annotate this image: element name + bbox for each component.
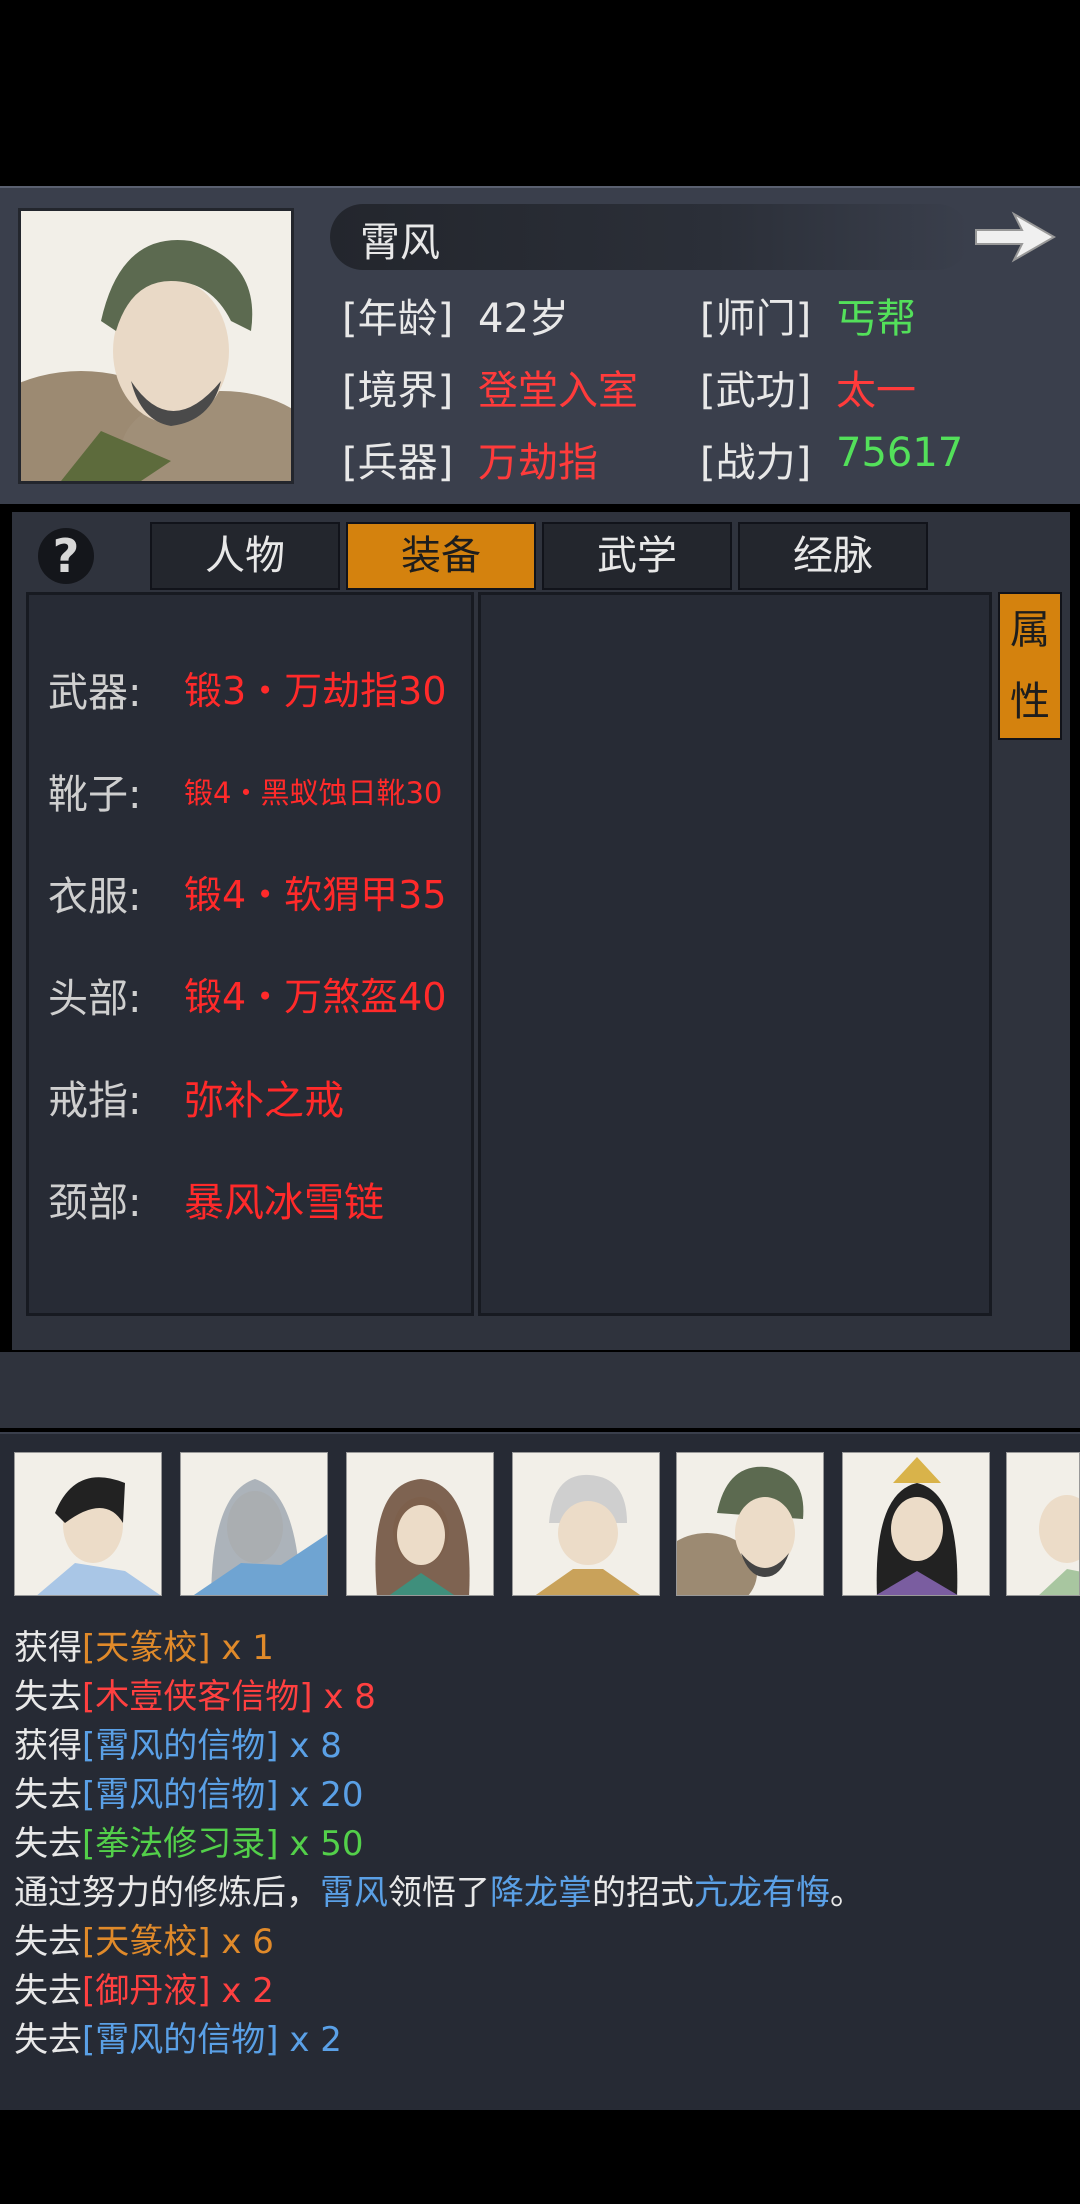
next-arrow-button[interactable]: [970, 204, 1060, 270]
roster-character-4[interactable]: [512, 1452, 660, 1596]
age-label: [年龄]: [342, 296, 454, 342]
hero-portrait[interactable]: [18, 208, 294, 484]
log-entry: 失去[霄风的信物] x 2: [14, 2020, 342, 2060]
equipment-detail: [478, 592, 992, 1316]
slot-boots-item[interactable]: 锻4・黑蚁蚀日靴30: [184, 770, 442, 812]
tab-meridians[interactable]: 经脉: [738, 522, 928, 590]
roster-character-3[interactable]: [346, 1452, 494, 1596]
log-entry: 获得[天篆校] x 1: [14, 1628, 274, 1668]
character-portrait-icon: [193, 1479, 327, 1595]
age-value: 42岁: [478, 296, 569, 342]
tab-equipment[interactable]: 装备: [346, 522, 536, 590]
slot-head-item[interactable]: 锻4・万煞盔40: [184, 966, 447, 1021]
tab-martial-arts[interactable]: 武学: [542, 522, 732, 590]
log-entry: 失去[木壹侠客信物] x 8: [14, 1677, 376, 1717]
martial-label: [武功]: [700, 368, 812, 414]
slot-neck-item[interactable]: 暴风冰雪链: [184, 1170, 384, 1228]
character-portrait-icon: [535, 1474, 641, 1595]
martial-value: 太一: [836, 368, 916, 414]
help-button[interactable]: ?: [38, 528, 94, 584]
log-entry: 失去[天篆校] x 6: [14, 1922, 274, 1962]
question-icon: ?: [52, 529, 80, 583]
log-entry: 失去[拳法修习录] x 50: [14, 1824, 364, 1864]
weapon-label: [兵器]: [342, 440, 454, 486]
slot-weapon-label: 武器:: [48, 670, 142, 716]
character-portrait-icon: [1039, 1495, 1079, 1595]
roster-character-2[interactable]: [180, 1452, 328, 1596]
tab-character[interactable]: 人物: [150, 522, 340, 590]
attributes-side-tab[interactable]: 属 性: [998, 592, 1062, 740]
panel-footer: [0, 1352, 1080, 1428]
hero-name: 霄风: [360, 220, 440, 266]
slot-weapon-item[interactable]: 锻3・万劫指30: [184, 660, 447, 715]
slot-boots-label: 靴子:: [48, 772, 142, 818]
power-value: 75617: [836, 430, 964, 476]
roster-character-7[interactable]: [1006, 1452, 1080, 1596]
arrow-right-icon: [975, 211, 1057, 263]
slot-head-label: 头部:: [48, 976, 142, 1022]
log-entry-skill: 通过努力的修炼后，霄风领悟了降龙掌的招式亢龙有悔。: [14, 1873, 864, 1913]
realm-label: [境界]: [342, 368, 454, 414]
slot-ring-item[interactable]: 弥补之戒: [184, 1068, 344, 1126]
character-portrait-icon: [375, 1479, 470, 1595]
realm-value: 登堂入室: [478, 368, 638, 414]
power-label: [战力]: [700, 440, 812, 486]
roster-character-1[interactable]: [14, 1452, 162, 1596]
log-entry: 获得[霄风的信物] x 8: [14, 1726, 342, 1766]
attributes-tab-char-1: 属: [1010, 607, 1050, 653]
log-entry: 失去[霄风的信物] x 20: [14, 1775, 364, 1815]
slot-clothes-label: 衣服:: [48, 874, 142, 920]
slot-ring-label: 戒指:: [48, 1078, 142, 1124]
hero-portrait-image: [21, 211, 291, 481]
roster-character-6[interactable]: [842, 1452, 990, 1596]
attributes-tab-char-2: 性: [1010, 679, 1050, 725]
log-entry: 失去[御丹液] x 2: [14, 1971, 274, 2011]
slot-clothes-item[interactable]: 锻4・软猬甲35: [184, 864, 447, 919]
sect-label: [师门]: [700, 296, 812, 342]
sect-value: 丐帮: [836, 296, 916, 342]
character-portrait-icon: [677, 1466, 804, 1595]
roster-character-5[interactable]: [676, 1452, 824, 1596]
slot-neck-label: 颈部:: [48, 1180, 142, 1226]
character-portrait-icon: [876, 1457, 958, 1595]
weapon-value: 万劫指: [478, 440, 598, 486]
character-portrait-icon: [37, 1477, 161, 1595]
